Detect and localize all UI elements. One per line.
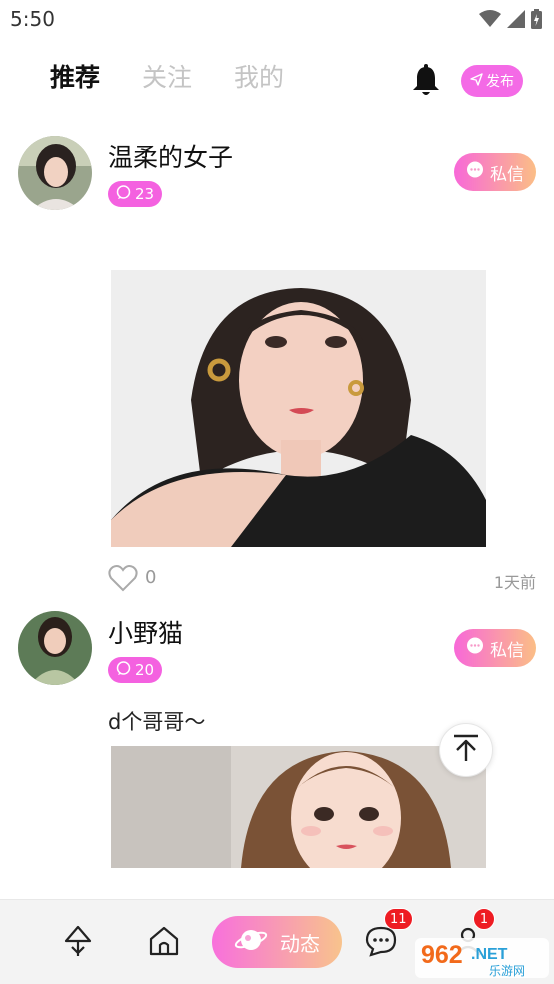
comment-badge: 20: [108, 657, 163, 683]
svg-text:962: 962: [421, 941, 463, 969]
private-message-button[interactable]: 私信: [454, 629, 536, 667]
post-photo[interactable]: [111, 746, 486, 868]
svg-text:.NET: .NET: [471, 946, 508, 963]
nav-feed-button[interactable]: 动态: [212, 916, 342, 968]
nav-feed-label: 动态: [280, 931, 320, 956]
tree-icon[interactable]: [61, 924, 95, 958]
post-text: d个哥哥～: [108, 710, 206, 734]
badge-count: 20: [135, 661, 155, 679]
arrow-up-icon: [451, 733, 481, 767]
watermark-logo: 962 .NET 乐游网: [413, 935, 551, 981]
post-username: 小野猫: [108, 619, 184, 648]
profile-badge: 1: [473, 908, 495, 930]
scroll-to-top-button[interactable]: [439, 723, 493, 777]
dm-label: 私信: [490, 640, 524, 661]
planet-icon: [234, 925, 268, 960]
messages-badge: 11: [384, 908, 413, 930]
message-icon: [466, 637, 484, 660]
svg-text:乐游网: 乐游网: [489, 964, 525, 978]
avatar[interactable]: [18, 611, 92, 685]
home-icon[interactable]: [147, 924, 181, 958]
chat-bubble-icon: [116, 660, 131, 680]
